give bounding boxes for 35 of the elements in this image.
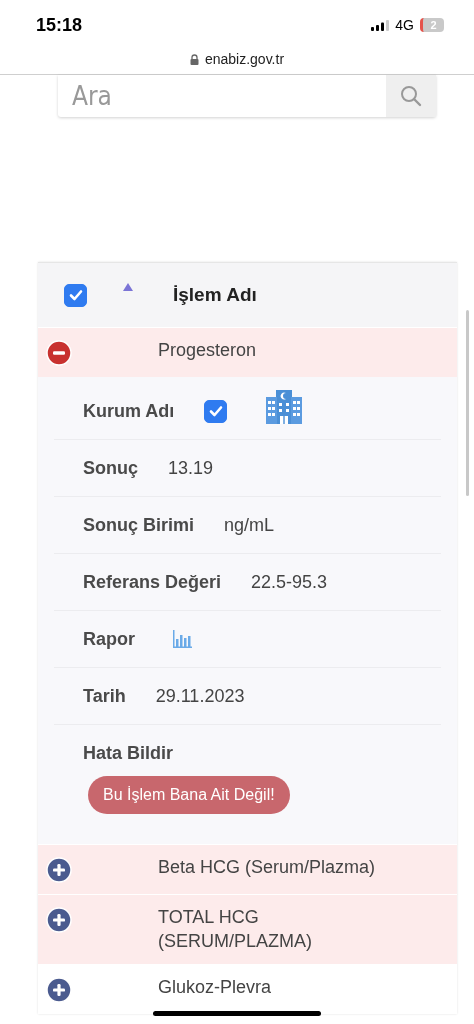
checkbox[interactable] (204, 399, 228, 423)
hospital-building-icon (265, 388, 304, 424)
lock-icon (189, 53, 199, 65)
table-row[interactable]: Progesteron (38, 327, 457, 377)
field-value: 13.19 (168, 457, 214, 479)
network-label: 4G (395, 17, 414, 33)
checkmark-icon (68, 289, 83, 301)
table-row[interactable]: TOTAL HCG (SERUM/PLAZMA) (38, 894, 457, 964)
search-icon (400, 85, 422, 107)
field-value: 22.5-95.3 (251, 571, 328, 593)
row-title: Progesteron (158, 339, 257, 362)
row-title: Glukoz-Plevra (158, 976, 272, 999)
field-label: Hata Bildir (83, 743, 174, 764)
row-title: TOTAL HCG (SERUM/PLAZMA) (158, 906, 313, 953)
table-row[interactable]: Glukoz-Plevra (38, 964, 457, 1014)
bar-chart-icon[interactable] (173, 630, 193, 648)
table-row[interactable]: Beta HCG (Serum/Plazma) (38, 844, 457, 894)
clock-time: 15:18 (36, 14, 83, 36)
signal-icon (371, 19, 390, 31)
field-value: ng/mL (224, 514, 275, 536)
field-label: Kurum Adı (83, 400, 175, 422)
field-label: Sonuç Birimi (83, 514, 194, 536)
row-title: Beta HCG (Serum/Plazma) (158, 856, 376, 879)
search-button[interactable] (386, 75, 436, 117)
column-header[interactable]: İşlem Adı (173, 284, 257, 306)
field-label: Tarih (83, 685, 126, 707)
field-value: 29.11.2023 (155, 685, 245, 707)
field-label: Referans Değeri (83, 571, 222, 593)
field-label: Rapor (83, 628, 135, 650)
field-label: Sonuç (83, 457, 138, 479)
search-field[interactable]: Ara (58, 76, 386, 116)
report-error-button[interactable]: Bu İşlem Bana Ait Değil! (88, 776, 290, 814)
checkbox[interactable] (64, 283, 87, 307)
checkmark-icon (208, 405, 223, 417)
url-text[interactable]: enabiz.gov.tr (204, 51, 285, 67)
